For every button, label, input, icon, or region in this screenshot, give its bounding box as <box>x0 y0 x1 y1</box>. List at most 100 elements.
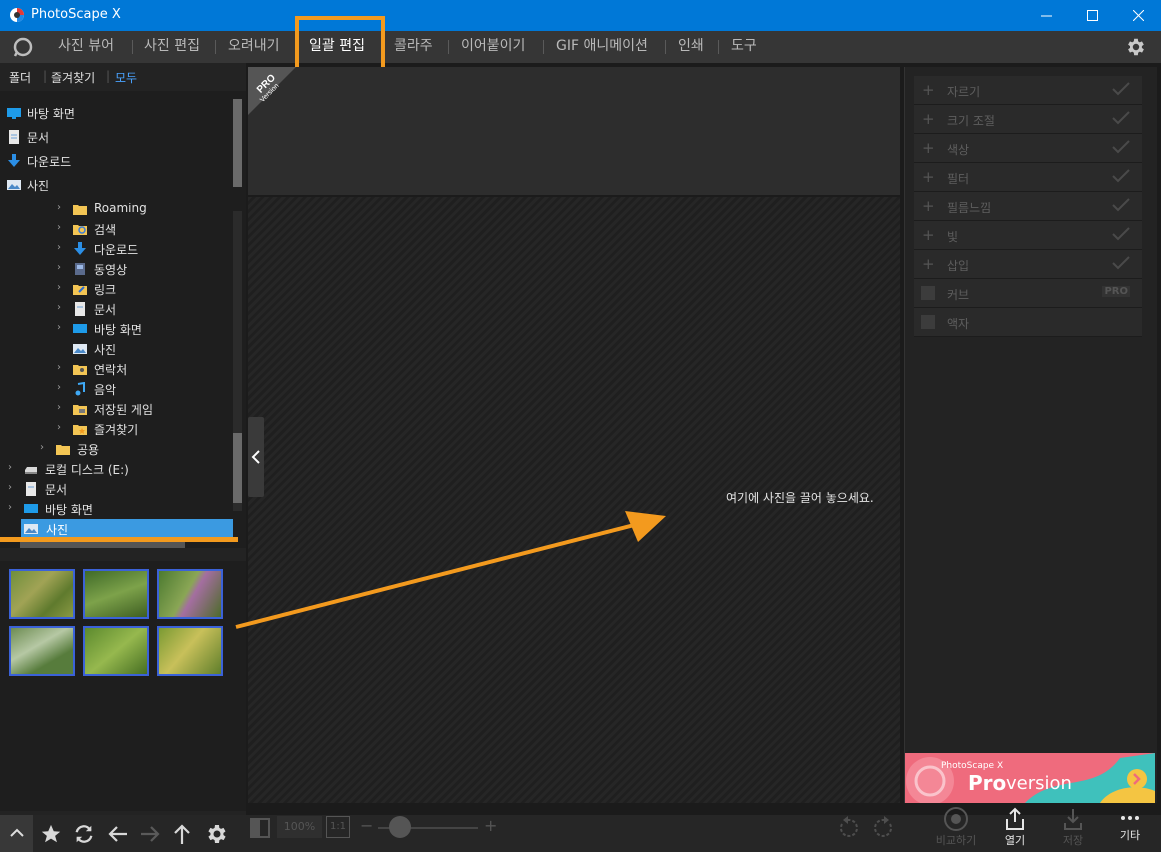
title-bar: PhotoScape X <box>0 0 1161 31</box>
more-button[interactable]: 기타 <box>1100 815 1160 852</box>
tab-gif-animation[interactable]: GIF 애니메이션 <box>556 31 648 63</box>
favorite-star-icon[interactable] <box>40 823 62 845</box>
quick-item-documents[interactable]: 문서 <box>7 127 227 147</box>
tree-item-videos[interactable]: › 동영상 <box>57 259 227 279</box>
tab-cut-out[interactable]: 오려내기 <box>228 31 280 63</box>
thumbnail-4[interactable] <box>9 626 75 676</box>
folder-tabs: 폴더 | 즐겨찾기 | 모두 <box>9 69 138 86</box>
quick-item-pictures[interactable]: 사진 <box>7 175 227 195</box>
tree-item-documents[interactable]: › 문서 <box>57 299 227 319</box>
rotate-right-icon[interactable] <box>872 816 896 840</box>
op-light[interactable]: + 빛 <box>914 221 1142 250</box>
tree-item-pictures[interactable]: 사진 <box>57 339 227 359</box>
pro-version-banner[interactable]: PhotoScape X Pro version <box>905 753 1155 803</box>
tab-favorites[interactable]: 즐겨찾기 <box>51 69 95 86</box>
curves-checkbox[interactable] <box>921 286 935 300</box>
open-button[interactable]: 열기 <box>985 807 1045 852</box>
home-icon[interactable] <box>12 37 34 57</box>
thumbnail-1[interactable] <box>9 569 75 619</box>
quick-item-downloads[interactable]: 다운로드 <box>7 151 227 171</box>
zoom-in-button[interactable]: + <box>484 816 497 835</box>
quick-item-desktop[interactable]: 바탕 화면 <box>7 103 227 123</box>
tree-item-downloads[interactable]: › 다운로드 <box>57 239 227 259</box>
tree-item-desktop[interactable]: › 바탕 화면 <box>57 319 227 339</box>
pictures-icon <box>7 180 21 190</box>
tab-tools[interactable]: 도구 <box>731 31 757 63</box>
document-icon <box>9 130 19 144</box>
document-icon <box>26 482 36 496</box>
tree-scrollbar-thumb[interactable] <box>233 433 242 503</box>
refresh-icon[interactable] <box>73 823 95 845</box>
search-folder-icon <box>73 225 87 235</box>
minimize-button[interactable] <box>1023 0 1069 31</box>
op-insert[interactable]: + 삽입 <box>914 250 1142 279</box>
tab-all[interactable]: 모두 <box>115 69 137 86</box>
drop-zone[interactable]: 여기에 사진을 끌어 놓으세요. <box>248 197 900 803</box>
zoom-one-to-one-button[interactable]: 1:1 <box>326 816 350 838</box>
pro-label: PRO <box>1102 286 1130 297</box>
tree-item-desktop-root[interactable]: › 바탕 화면 <box>8 499 228 519</box>
check-icon <box>1112 111 1130 125</box>
tree-item-roaming[interactable]: › Roaming <box>57 203 227 219</box>
compare-button[interactable]: 비교하기 <box>926 807 986 852</box>
maximize-button[interactable] <box>1069 0 1115 31</box>
rotate-left-icon[interactable] <box>836 816 860 840</box>
up-folder-arrow-icon[interactable] <box>172 823 192 845</box>
zoom-out-button[interactable]: − <box>360 816 373 835</box>
tree-item-contacts[interactable]: › 연락처 <box>57 359 227 379</box>
op-resize[interactable]: + 크기 조절 <box>914 105 1142 134</box>
frame-checkbox[interactable] <box>921 315 935 329</box>
pictures-icon <box>24 524 38 534</box>
split-view-toggle[interactable] <box>250 818 270 838</box>
tree-item-public[interactable]: › 공용 <box>40 439 230 459</box>
share-open-icon <box>1006 807 1024 830</box>
tree-item-pictures-selected[interactable]: 사진 <box>21 519 233 539</box>
thumbnail-3[interactable] <box>157 569 223 619</box>
op-color[interactable]: + 색상 <box>914 134 1142 163</box>
back-arrow-icon[interactable] <box>107 824 129 844</box>
tree-item-saved-games[interactable]: › 저장된 게임 <box>57 399 227 419</box>
zoom-value[interactable]: 100% <box>277 816 322 838</box>
thumbnail-5[interactable] <box>83 626 149 676</box>
zoom-slider-thumb[interactable] <box>389 816 411 838</box>
op-frame[interactable]: 액자 <box>914 308 1142 337</box>
tree-highlight-underline <box>0 537 238 542</box>
maximize-icon <box>1086 10 1098 21</box>
desktop-icon <box>24 504 38 513</box>
tab-print[interactable]: 인쇄 <box>678 31 704 63</box>
tab-photo-viewer[interactable]: 사진 뷰어 <box>58 31 114 63</box>
folder-settings-gear-icon[interactable] <box>205 822 229 846</box>
thumbnail-2[interactable] <box>83 569 149 619</box>
save-download-icon <box>1064 809 1082 830</box>
check-icon <box>1112 82 1130 96</box>
tree-item-links[interactable]: › 링크 <box>57 279 227 299</box>
contacts-icon <box>73 365 87 375</box>
tree-item-music[interactable]: › 음악 <box>57 379 227 399</box>
bottom-toolbar: 100% 1:1 − + 비교하기 열기 저장 기타 <box>0 807 1161 852</box>
op-curves[interactable]: 커브 PRO <box>914 279 1142 308</box>
close-icon <box>1132 10 1144 21</box>
pictures-icon <box>73 344 87 354</box>
collapse-left-panel-button[interactable] <box>248 417 264 497</box>
active-tab-highlight <box>295 16 385 73</box>
tree-item-favorites[interactable]: › 즐겨찾기 <box>57 419 227 439</box>
thumbnail-6[interactable] <box>157 626 223 676</box>
quick-access-scrollbar[interactable] <box>233 99 242 187</box>
tree-item-documents-root[interactable]: › 문서 <box>8 479 228 499</box>
settings-gear-icon[interactable] <box>1125 36 1147 58</box>
save-button[interactable]: 저장 <box>1043 809 1103 852</box>
download-icon <box>74 242 86 255</box>
tab-collage[interactable]: 콜라주 <box>394 31 433 63</box>
tree-item-search[interactable]: › 검색 <box>57 219 227 239</box>
forward-arrow-icon <box>141 826 160 842</box>
close-button[interactable] <box>1115 0 1161 31</box>
tree-item-local-disk-e[interactable]: › 로컬 디스크 (E:) <box>8 459 228 479</box>
collapse-up-button[interactable] <box>0 815 33 852</box>
op-filter[interactable]: + 필터 <box>914 163 1142 192</box>
tab-photo-editor[interactable]: 사진 편집 <box>144 31 200 63</box>
op-film[interactable]: + 필름느낌 <box>914 192 1142 221</box>
tab-folder[interactable]: 폴더 <box>9 69 31 86</box>
op-crop[interactable]: + 자르기 <box>914 76 1142 105</box>
tab-combine[interactable]: 이어붙이기 <box>461 31 525 63</box>
preview-strip <box>248 67 900 195</box>
